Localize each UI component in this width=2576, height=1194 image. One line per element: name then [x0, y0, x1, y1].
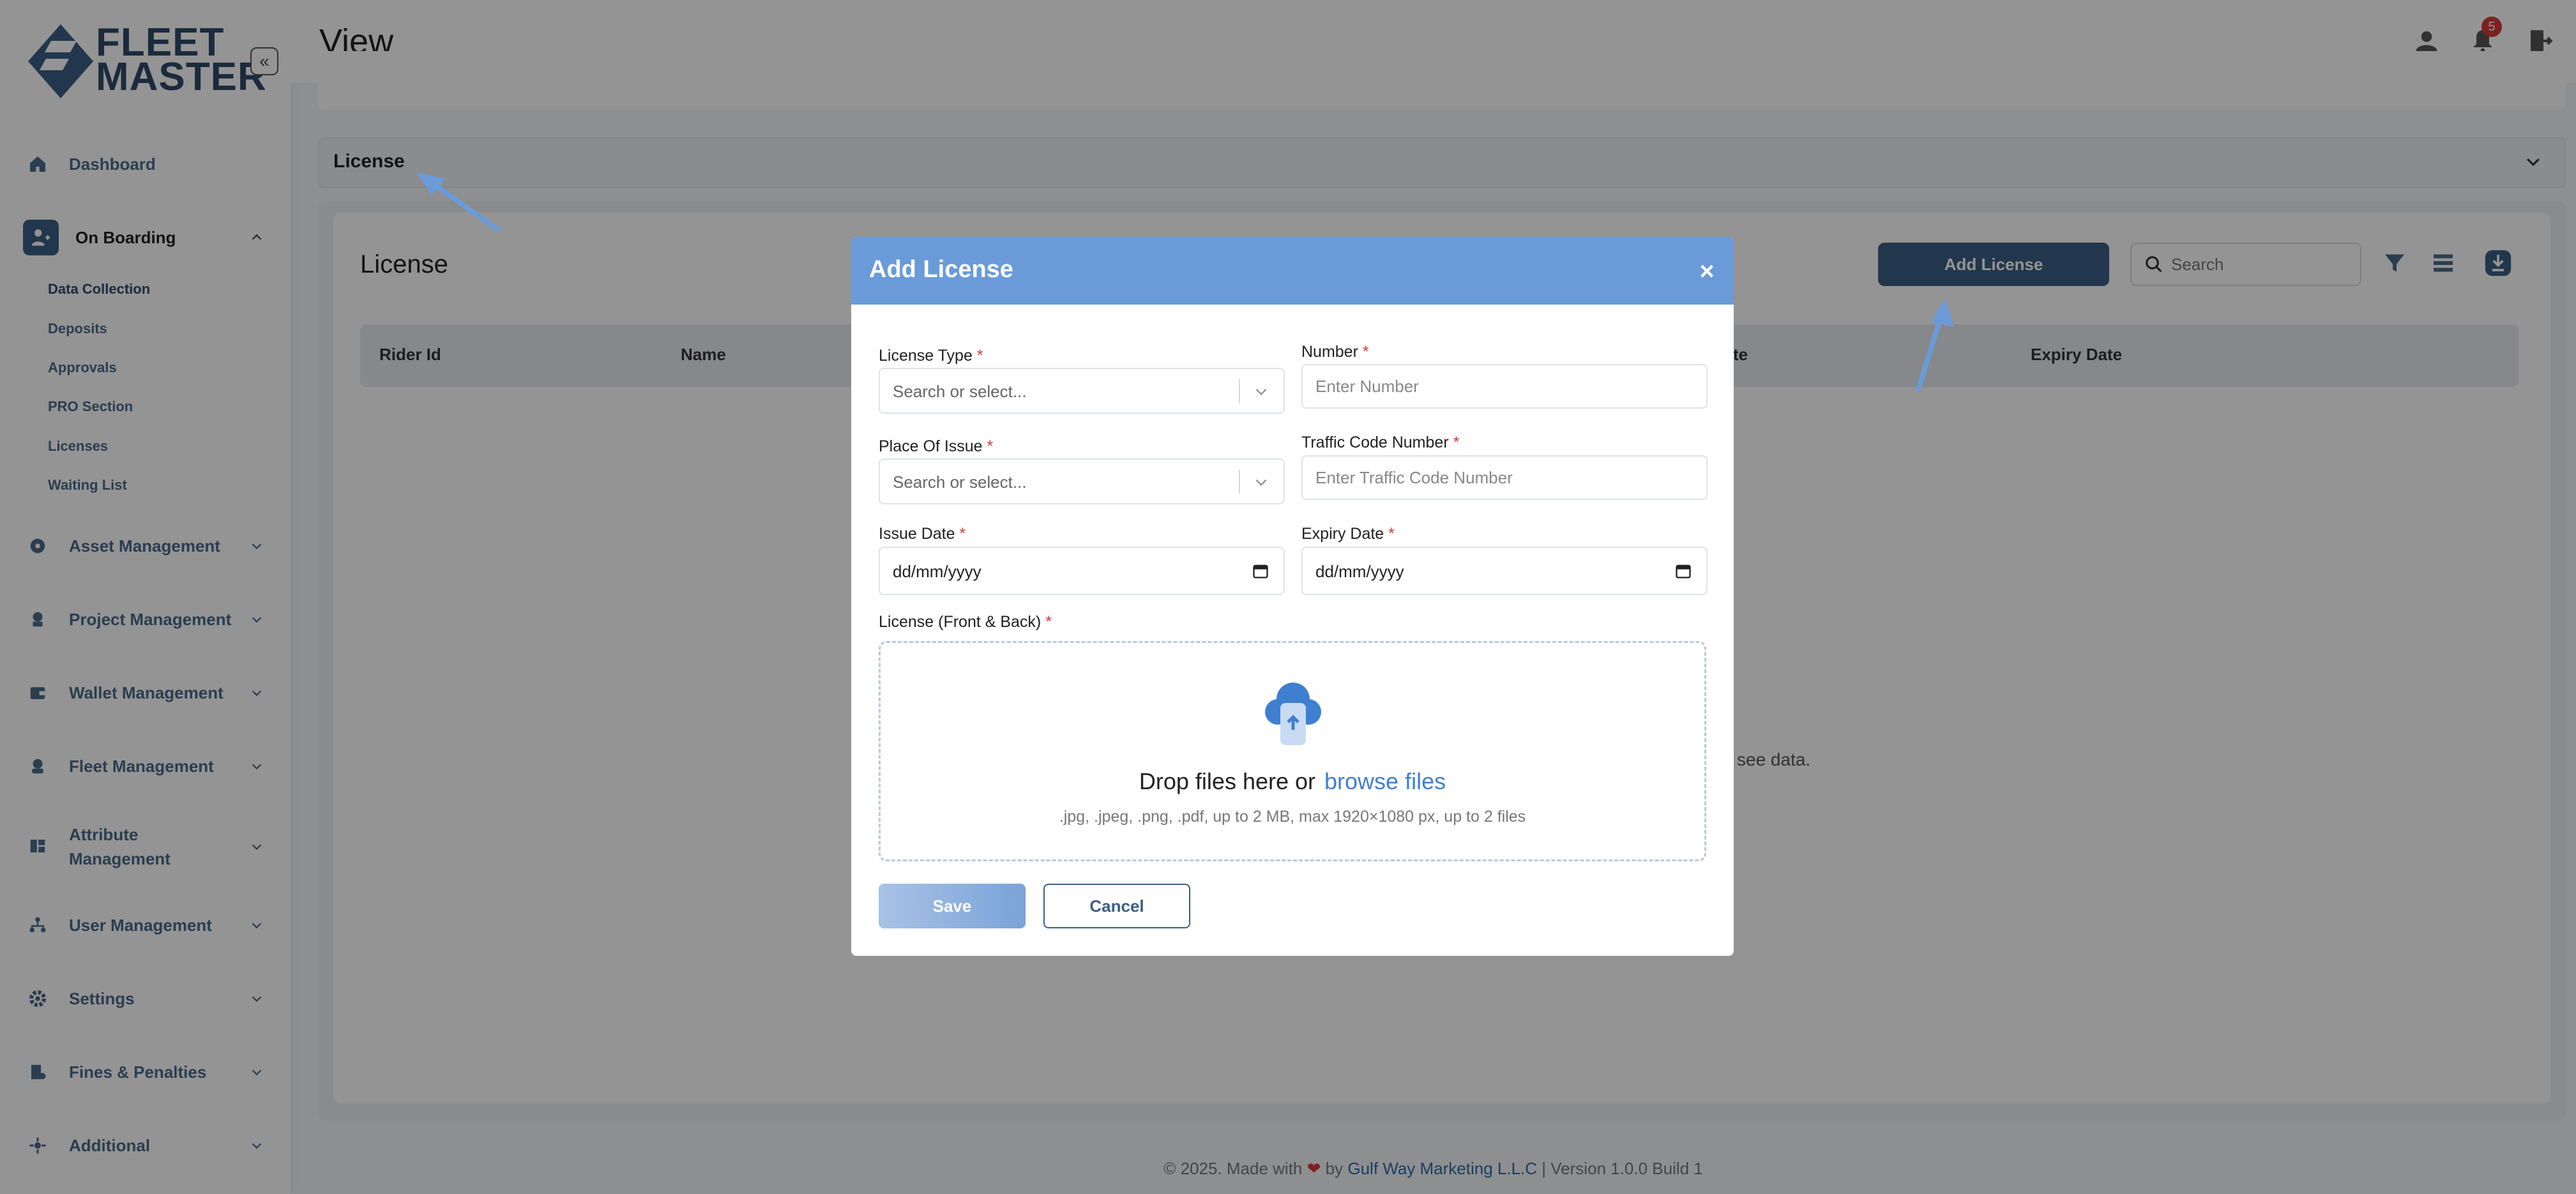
dropzone-text: Drop files here or browse files — [881, 768, 1704, 795]
add-license-modal: Add License × License Type * Search or s… — [851, 237, 1734, 956]
license-type-label-text: License Type — [879, 347, 973, 365]
dropzone-main-text: Drop files here or — [1139, 768, 1316, 794]
license-file-label-text: License (Front & Back) — [879, 613, 1042, 631]
chevron-down-icon — [1253, 383, 1269, 403]
cloud-upload-icon — [1265, 683, 1321, 745]
traffic-code-input[interactable] — [1301, 455, 1708, 500]
required-mark: * — [976, 347, 983, 365]
annotation-arrow-icon — [1916, 299, 1954, 392]
select-separator — [1239, 379, 1240, 404]
issue-date-input[interactable]: dd/mm/yyyy — [879, 547, 1285, 595]
save-button[interactable]: Save — [879, 884, 1026, 928]
place-of-issue-label: Place Of Issue * — [879, 437, 993, 456]
required-mark: * — [1388, 525, 1395, 543]
expiry-date-label-text: Expiry Date — [1301, 525, 1384, 543]
place-of-issue-placeholder: Search or select... — [893, 472, 1027, 492]
browse-files-link[interactable]: browse files — [1324, 768, 1446, 794]
issue-date-label-text: Issue Date — [879, 525, 955, 543]
cancel-button[interactable]: Cancel — [1043, 884, 1190, 928]
required-mark: * — [1045, 613, 1052, 631]
issue-date-label: Issue Date * — [879, 525, 966, 543]
calendar-icon[interactable] — [1252, 562, 1269, 583]
dropzone-hint: .jpg, .jpeg, .png, .pdf, up to 2 MB, max… — [1059, 808, 1526, 826]
select-separator — [1239, 470, 1240, 494]
file-dropzone[interactable]: Drop files here or browse files .jpg, .jp… — [879, 641, 1706, 861]
license-file-label: License (Front & Back) * — [879, 613, 1052, 631]
number-input[interactable] — [1301, 364, 1708, 409]
expiry-date-input[interactable]: dd/mm/yyyy — [1301, 547, 1708, 595]
chevron-down-icon — [1253, 474, 1269, 494]
required-mark: * — [959, 525, 966, 543]
required-mark: * — [1453, 434, 1460, 451]
required-mark: * — [1362, 343, 1369, 361]
place-of-issue-select[interactable]: Search or select... — [879, 458, 1285, 504]
number-label-text: Number — [1301, 343, 1358, 361]
number-label: Number * — [1301, 343, 1369, 361]
modal-title: Add License — [869, 256, 1013, 283]
expiry-date-label: Expiry Date * — [1301, 525, 1395, 543]
annotation-arrow-icon — [416, 172, 501, 232]
issue-date-value: dd/mm/yyyy — [893, 562, 981, 581]
traffic-code-label-text: Traffic Code Number — [1301, 434, 1449, 451]
calendar-icon[interactable] — [1674, 562, 1692, 583]
place-of-issue-label-text: Place Of Issue — [879, 437, 983, 455]
expiry-date-value: dd/mm/yyyy — [1315, 562, 1404, 581]
license-type-label: License Type * — [879, 347, 983, 365]
license-type-select[interactable]: Search or select... — [879, 368, 1285, 414]
traffic-code-label: Traffic Code Number * — [1301, 434, 1459, 452]
license-type-placeholder: Search or select... — [893, 382, 1027, 401]
required-mark: * — [987, 437, 994, 455]
close-icon[interactable]: × — [1694, 257, 1720, 285]
